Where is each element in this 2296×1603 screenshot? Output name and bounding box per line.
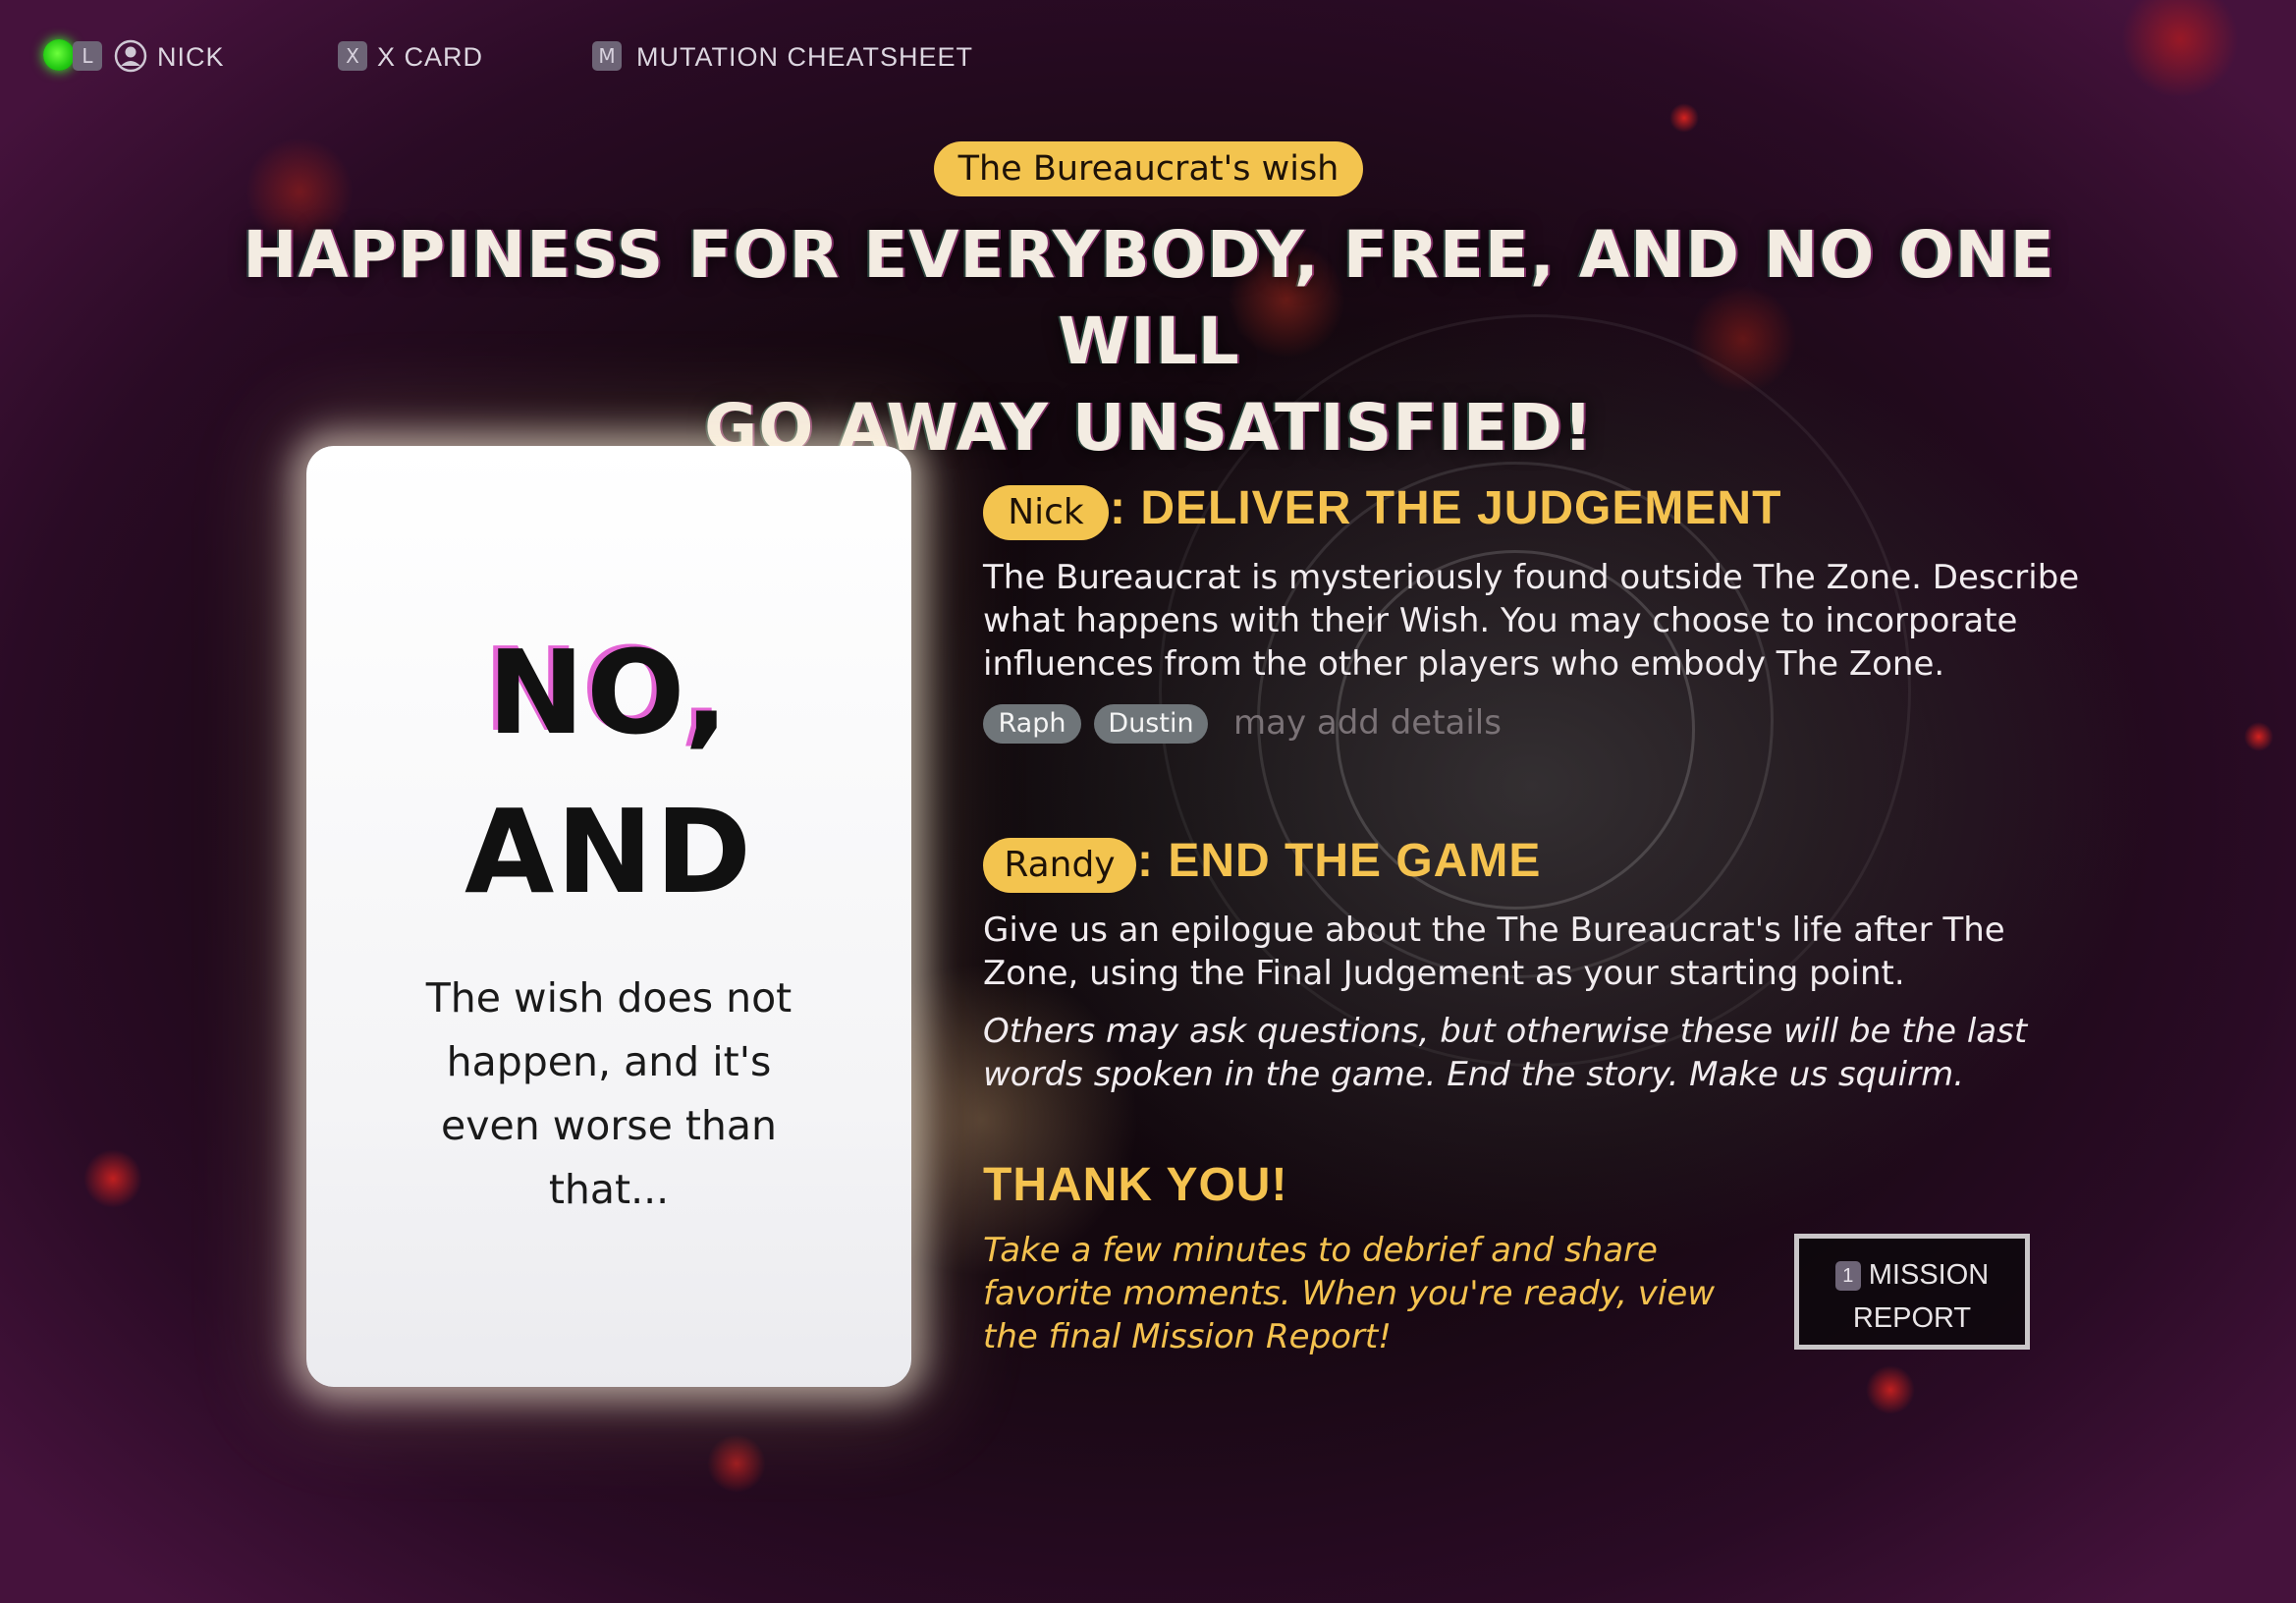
endgame-player-pill: Randy	[983, 838, 1136, 893]
player-tag-dustin: Dustin	[1094, 704, 1208, 744]
thanks-text: Take a few minutes to debrief and share …	[983, 1229, 1749, 1358]
card-description-line: happen, and it's	[446, 1038, 772, 1085]
judgement-text: The Bureaucrat is mysteriously found out…	[983, 556, 2112, 686]
mission-report-label: MISSION	[1868, 1259, 1990, 1291]
status-key-badge: L	[73, 41, 102, 71]
bokeh-light	[1866, 1365, 1915, 1414]
wish-title: HAPPINESS FOR EVERYBODY, FREE, AND NO ON…	[167, 212, 2131, 471]
mutation-cheatsheet-button[interactable]: MUTATION CHEATSHEET	[636, 39, 973, 75]
thanks-heading: THANK YOU!	[983, 1159, 1288, 1211]
outcome-card: NO, AND The wish does not happen, and it…	[306, 446, 911, 1387]
endgame-text-line: Zone, using the Final Judgement as your …	[983, 954, 1905, 993]
user-icon	[114, 39, 147, 73]
mission-key-badge: 1	[1834, 1261, 1861, 1292]
card-heading-line: AND	[464, 784, 754, 919]
thanks-text-line: the final Mission Report!	[983, 1317, 1392, 1356]
endgame-italic-text: Others may ask questions, but otherwise …	[983, 1010, 2112, 1096]
bokeh-light	[707, 1434, 766, 1493]
judgement-heading: : DELIVER THE JUDGEMENT	[1110, 482, 1782, 534]
player-tag-raph: Raph	[983, 704, 1081, 744]
endgame-italic-line: Others may ask questions, but otherwise …	[983, 1012, 2028, 1051]
thanks-text-line: favorite moments. When you're ready, vie…	[983, 1274, 1716, 1313]
cheatsheet-key-badge: M	[592, 41, 622, 71]
mission-report-button[interactable]: 1 MISSION REPORT	[1794, 1234, 2030, 1350]
mission-report-label-2: REPORT	[1852, 1302, 1972, 1334]
judgement-text-line: The Bureaucrat is mysteriously found out…	[983, 558, 2080, 597]
card-description-line: The wish does not	[425, 974, 793, 1022]
wish-title-line: HAPPINESS FOR EVERYBODY, FREE, AND NO ON…	[243, 217, 2055, 379]
card-description-line: even worse than	[441, 1102, 777, 1149]
card-description: The wish does not happen, and it's even …	[365, 967, 852, 1222]
judgement-player-pill: Nick	[983, 485, 1109, 540]
bokeh-light	[2244, 722, 2273, 751]
card-heading-line: NO,	[487, 625, 731, 760]
thanks-text-line: Take a few minutes to debrief and share	[983, 1231, 1658, 1270]
player-name-label[interactable]: NICK	[157, 39, 225, 75]
connection-status-icon	[43, 39, 75, 71]
judgement-text-line: influences from the other players who em…	[983, 644, 1945, 684]
wish-owner-pill: The Bureaucrat's wish	[934, 141, 1363, 196]
tags-note: may add details	[1233, 703, 1502, 743]
bokeh-light	[83, 1149, 142, 1208]
card-heading: NO, AND	[306, 613, 911, 931]
game-screen: L NICK X X CARD M MUTATION CHEATSHEET Th…	[0, 0, 2296, 1603]
mission-report-line: 1 MISSION	[1799, 1258, 2025, 1292]
xcard-button[interactable]: X CARD	[377, 39, 483, 75]
endgame-text-line: Give us an epilogue about the The Bureau…	[983, 911, 2005, 950]
xcard-key-badge: X	[338, 41, 367, 71]
card-description-line: that...	[548, 1166, 670, 1213]
endgame-text: Give us an epilogue about the The Bureau…	[983, 909, 2112, 995]
top-bar: L NICK X X CARD M MUTATION CHEATSHEET	[0, 0, 2296, 108]
endgame-italic-line: words spoken in the game. End the story.…	[983, 1055, 1965, 1094]
judgement-text-line: what happens with their Wish. You may ch…	[983, 601, 2018, 640]
endgame-heading: : END THE GAME	[1137, 835, 1542, 887]
